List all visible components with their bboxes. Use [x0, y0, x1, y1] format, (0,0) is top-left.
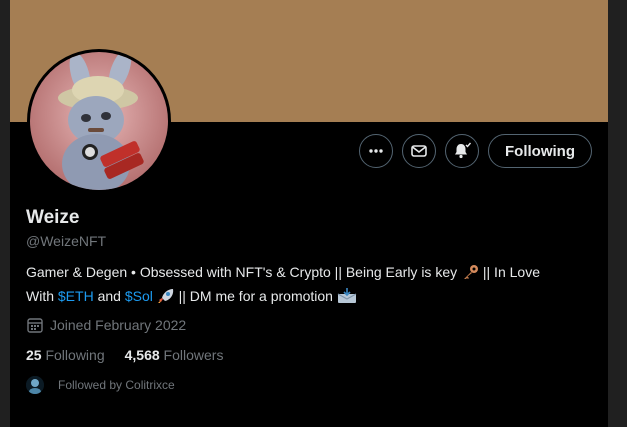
envelope-icon — [411, 145, 427, 157]
profile-bio: Gamer & Degen • Obsessed with NFT's & Cr… — [26, 262, 586, 310]
followed-by[interactable]: Followed by Colitrixce — [26, 376, 175, 394]
rocket-emoji-icon — [157, 288, 175, 310]
joined-date: Joined February 2022 — [26, 316, 186, 334]
profile-name: Weize — [26, 207, 80, 228]
followers-label: Followers — [163, 347, 224, 363]
profile-actions: Following — [359, 134, 592, 168]
cashtag-sol-link[interactable]: $Sol — [125, 288, 153, 304]
following-button[interactable]: Following — [488, 134, 592, 168]
window-frame: Following Weize @WeizeNFT Gamer & Degen … — [0, 0, 627, 427]
message-button[interactable] — [402, 134, 437, 168]
bio-text: || In Love — [479, 264, 540, 280]
following-label: Following — [45, 347, 105, 363]
profile-header: Following Weize @WeizeNFT Gamer & Degen … — [10, 0, 608, 427]
joined-text: Joined February 2022 — [50, 317, 187, 333]
followers-count-link[interactable]: 4,568 Followers — [125, 347, 224, 363]
more-horizontal-icon — [369, 149, 383, 153]
key-emoji-icon — [461, 264, 479, 286]
notifications-button[interactable] — [445, 134, 480, 168]
following-count: 25 — [26, 347, 42, 363]
followed-by-text: Followed by Colitrixce — [58, 378, 175, 392]
profile-avatar[interactable] — [27, 49, 171, 193]
bio-text: With — [26, 288, 58, 304]
profile-handle: @WeizeNFT — [26, 233, 107, 249]
calendar-icon — [27, 318, 43, 333]
bio-text: Gamer & Degen • Obsessed with NFT's & Cr… — [26, 264, 458, 280]
cashtag-eth-link[interactable]: $ETH — [58, 288, 94, 304]
bell-check-icon — [455, 142, 472, 159]
follower-avatar — [26, 376, 44, 394]
more-button[interactable] — [359, 134, 394, 168]
followers-count: 4,568 — [124, 347, 160, 363]
bio-text: and — [93, 288, 125, 304]
avatar-image — [30, 52, 168, 190]
following-count-link[interactable]: 25 Following — [26, 347, 105, 363]
bio-text: || DM me for a promotion — [174, 288, 333, 304]
inbox-emoji-icon — [337, 288, 357, 310]
follow-stats: 25 Following 4,568 Followers — [26, 347, 223, 363]
